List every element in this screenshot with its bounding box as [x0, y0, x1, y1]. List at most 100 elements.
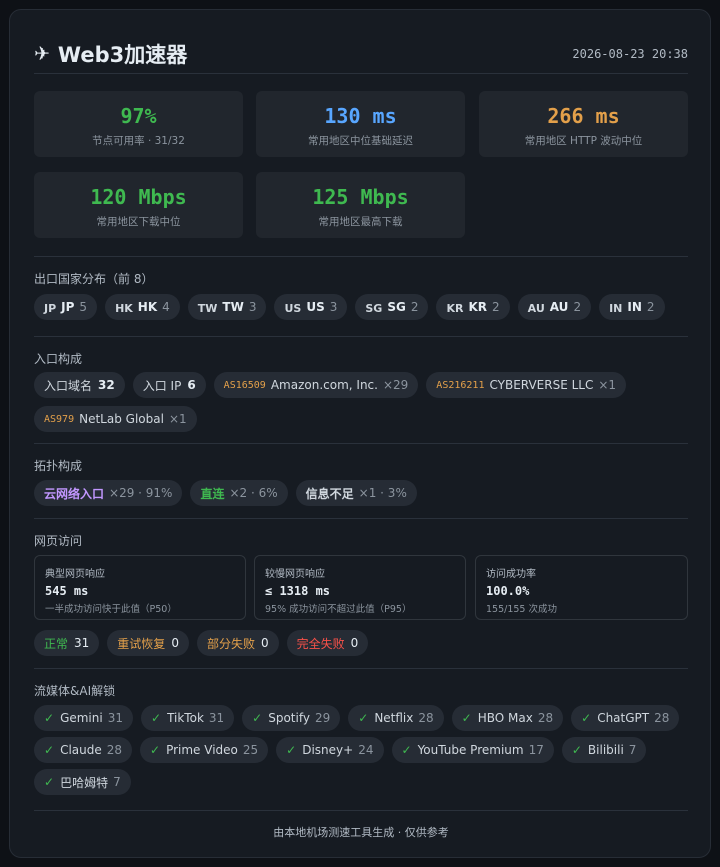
unlock-chip: ✓ Spotify 29 [242, 705, 341, 731]
service-count: 7 [628, 743, 637, 757]
country-chip: TW TW 3 [187, 294, 267, 320]
unlock-chip: ✓ TikTok 31 [141, 705, 235, 731]
service-name: Netflix [374, 711, 414, 725]
section-title-unlock: 流媒体&AI解锁 [34, 684, 116, 698]
country-count: 4 [162, 300, 170, 314]
web-metric-value: ≤ 1318 ms [265, 584, 331, 598]
topology-chip-unknown: 信息不足 ×1 · 3% [295, 480, 417, 506]
web-metrics: 典型网页响应 545 ms 一半成功访问快于此值（P50） 较慢网页响应 ≤ 1… [34, 555, 688, 620]
status-count: 0 [171, 636, 179, 650]
flag-icon: HK [115, 302, 133, 315]
topology-detail: ×29 · 91% [109, 486, 173, 500]
section-title-entry: 入口构成 [34, 352, 83, 366]
service-count: 17 [528, 743, 544, 757]
web-metric-success: 访问成功率 100.0% 155/155 次成功 [475, 555, 688, 620]
country-code: JP [61, 300, 75, 314]
status-label: 完全失败 [296, 636, 345, 651]
stat-label: 节点可用率 · 31/32 [92, 135, 185, 147]
entry-domain-chip: 入口域名 32 [34, 372, 125, 398]
web-metric-p95: 较慢网页响应 ≤ 1318 ms 95% 成功访问不超过此值（P95） [254, 555, 466, 620]
topology-detail: ×1 · 3% [358, 486, 407, 500]
web-metric-p50: 典型网页响应 545 ms 一半成功访问快于此值（P50） [34, 555, 246, 620]
service-count: 24 [358, 743, 374, 757]
country-code: US [306, 300, 325, 314]
topology-chip-list: 云网络入口 ×29 · 91% 直连 ×2 · 6% 信息不足 ×1 · 3% [34, 480, 688, 506]
section-title-countries: 出口国家分布（前 8） [34, 272, 154, 286]
web-status-list: 正常 31 重试恢复 0 部分失败 0 完全失败 0 [34, 630, 688, 656]
report-card: ✈ Web3加速器 2026-08-23 20:38 97% 节点可用率 · 3… [9, 9, 711, 858]
service-name: ChatGPT [597, 711, 650, 725]
divider [34, 443, 688, 444]
app-title: Web3加速器 [57, 43, 188, 67]
airplane-icon: ✈ [34, 43, 50, 65]
country-chip: IN IN 2 [599, 294, 665, 320]
unlock-chip: ✓ Prime Video 25 [140, 737, 269, 763]
web-metric-sub: 155/155 次成功 [486, 604, 557, 615]
service-count: 25 [242, 743, 259, 757]
divider [34, 336, 688, 337]
divider [34, 810, 688, 811]
entry-ip-count: 6 [187, 378, 196, 392]
unlock-chip: ✓ ChatGPT 28 [571, 705, 680, 731]
unlock-chip-list: ✓ Gemini 31 ✓ TikTok 31 ✓ Spotify 29 ✓ Netflix 28 ✓ H… [34, 705, 688, 795]
asn-count: ×1 [598, 378, 617, 392]
timestamp: 2026-08-23 20:38 [572, 47, 688, 61]
flag-icon: KR [446, 302, 464, 315]
section-title-web: 网页访问 [34, 534, 83, 548]
stat-value: 266 ms [547, 104, 620, 128]
country-chip: US US 3 [274, 294, 348, 320]
unlock-chip: ✓ Netflix 28 [348, 705, 444, 731]
topology-detail: ×2 · 6% [229, 486, 278, 500]
service-name: 巴哈姆特 [60, 775, 109, 790]
status-count: 31 [74, 636, 90, 650]
asn-number: AS216211 [436, 379, 485, 391]
asn-number: AS16509 [223, 379, 266, 391]
check-icon: ✓ [44, 743, 55, 757]
header: ✈ Web3加速器 2026-08-23 20:38 [34, 34, 688, 74]
check-icon: ✓ [44, 711, 55, 725]
country-code: KR [468, 300, 488, 314]
asn-count: ×29 [382, 378, 409, 392]
country-chip: HK HK 4 [105, 294, 180, 320]
status-count: 0 [350, 636, 359, 650]
unlock-chip: ✓ 巴哈姆特 7 [34, 769, 131, 795]
divider [34, 518, 688, 519]
flag-icon: IN [609, 302, 623, 315]
country-code: TW [222, 300, 244, 314]
flag-icon: AU [527, 302, 545, 315]
status-chip-retry: 重试恢复 0 [107, 630, 189, 656]
asn-chip: AS216211 CYBERVERSE LLC ×1 [426, 372, 627, 398]
unlock-chip: ✓ Claude 28 [34, 737, 133, 763]
service-count: 29 [314, 711, 331, 725]
stat-availability: 97% 节点可用率 · 31/32 [34, 91, 243, 157]
asn-number: AS979 [44, 413, 75, 425]
asn-chip: AS16509 Amazon.com, Inc. ×29 [213, 372, 419, 398]
service-name: Disney+ [302, 743, 354, 757]
check-icon: ✓ [151, 711, 162, 725]
divider [34, 73, 688, 74]
asn-name: NetLab Global [79, 412, 164, 426]
asn-name: Amazon.com, Inc. [270, 378, 378, 392]
country-chip: AU AU 2 [517, 294, 592, 320]
unlock-chip: ✓ Gemini 31 [34, 705, 133, 731]
service-count: 28 [654, 711, 670, 725]
unlock-chip: ✓ HBO Max 28 [451, 705, 564, 731]
section-title-topology: 拓扑构成 [34, 459, 83, 473]
web-metric-sub: 95% 成功访问不超过此值（P95） [265, 604, 412, 615]
country-count: 2 [573, 300, 582, 314]
flag-icon: US [284, 302, 302, 315]
status-label: 重试恢复 [117, 636, 166, 651]
service-count: 31 [107, 711, 123, 725]
country-chip-list: JP JP 5 HK HK 4 TW TW 3 US US 3 SG SG 2 KR KR 2 AU AU 2 IN IN 2 [34, 294, 688, 320]
service-name: Claude [60, 743, 102, 757]
flag-icon: JP [44, 302, 57, 315]
country-chip: SG SG 2 [355, 294, 429, 320]
service-name: HBO Max [477, 711, 533, 725]
stat-label: 常用地区 HTTP 波动中位 [524, 135, 643, 147]
check-icon: ✓ [150, 743, 161, 757]
stat-http-jitter: 266 ms 常用地区 HTTP 波动中位 [479, 91, 688, 157]
service-name: YouTube Premium [417, 743, 524, 757]
stat-label: 常用地区中位基础延迟 [308, 135, 413, 147]
status-chip-fail: 完全失败 0 [286, 630, 369, 656]
country-code: SG [387, 300, 406, 314]
